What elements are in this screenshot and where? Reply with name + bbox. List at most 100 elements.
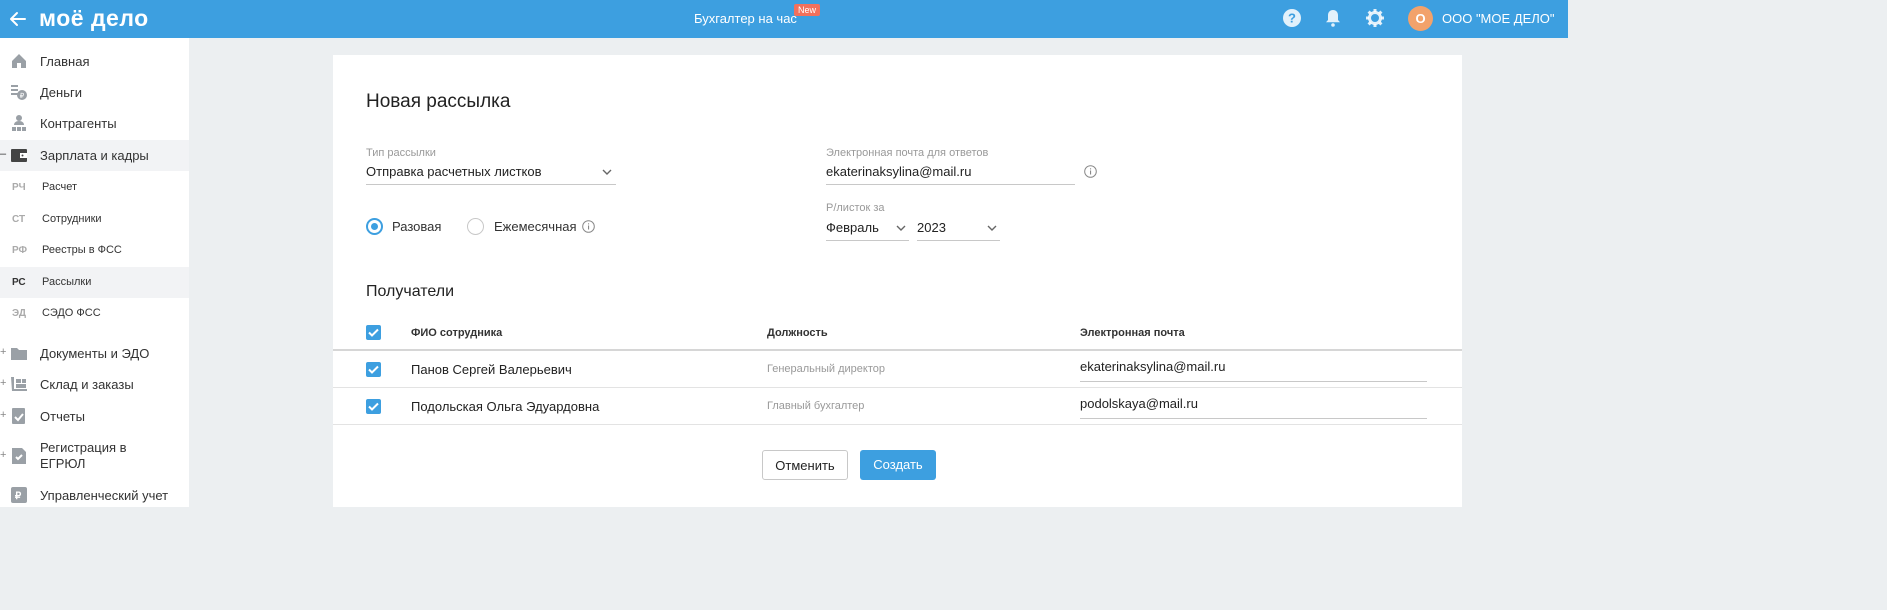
- check-icon: [368, 328, 379, 337]
- sidebar: Главная ₽ Деньги Контрагенты – Зарплата …: [0, 38, 189, 507]
- chevron-down-icon: [987, 225, 997, 231]
- subitem-label: СЭДО ФСС: [42, 307, 101, 319]
- expand-icon: +: [0, 449, 7, 461]
- cancel-button[interactable]: Отменить: [762, 450, 848, 480]
- sidebar-item-label: Отчеты: [40, 409, 85, 424]
- sidebar-subitem-employees[interactable]: СТ Сотрудники: [0, 204, 189, 235]
- top-header: моё дело Бухгалтер на час New ? О ООО "М…: [0, 0, 1568, 38]
- management-icon: ₽: [11, 487, 27, 503]
- column-header-name: ФИО сотрудника: [411, 327, 503, 339]
- row-checkbox[interactable]: [366, 362, 381, 377]
- mailing-type-value: Отправка расчетных листков: [366, 164, 542, 179]
- gear-icon[interactable]: [1365, 8, 1385, 28]
- radio-monthly-label[interactable]: Ежемесячная: [494, 219, 577, 234]
- registration-icon: [12, 448, 26, 464]
- subitem-label: Рассылки: [42, 276, 92, 288]
- expand-icon: +: [0, 409, 7, 421]
- mailing-form-card: Новая рассылка Тип рассылки Отправка рас…: [333, 55, 1462, 507]
- money-icon: ₽: [11, 85, 27, 100]
- employee-email-value: podolskaya@mail.ru: [1080, 396, 1198, 411]
- sidebar-item-management[interactable]: ₽ Управленческий учет: [0, 480, 189, 511]
- reply-email-field[interactable]: ekaterinaksylina@mail.ru: [826, 161, 1075, 185]
- employee-position: Генеральный директор: [767, 363, 885, 375]
- wallet-icon: [11, 149, 27, 162]
- sidebar-item-label: Склад и заказы: [40, 377, 134, 392]
- recipients-title: Получатели: [366, 283, 455, 300]
- sidebar-item-salary-hr[interactable]: – Зарплата и кадры: [0, 140, 189, 171]
- employee-name: Панов Сергей Валерьевич: [411, 362, 572, 377]
- avatar[interactable]: О: [1408, 6, 1433, 31]
- mailing-type-select[interactable]: Отправка расчетных листков: [366, 161, 616, 185]
- new-badge: New: [794, 4, 821, 16]
- svg-text:₽: ₽: [20, 92, 25, 100]
- info-icon[interactable]: [1084, 165, 1097, 178]
- year-select[interactable]: 2023: [917, 217, 1000, 241]
- reply-email-value: ekaterinaksylina@mail.ru: [826, 164, 972, 179]
- back-arrow-icon[interactable]: [8, 9, 28, 29]
- sidebar-item-label: Деньги: [40, 85, 82, 100]
- column-header-position: Должность: [767, 327, 828, 339]
- select-all-checkbox[interactable]: [366, 325, 381, 340]
- sidebar-subitem-fss-registries[interactable]: РФ Реестры в ФСС: [0, 235, 189, 266]
- row-checkbox[interactable]: [366, 399, 381, 414]
- expand-icon: +: [0, 346, 7, 358]
- radio-once[interactable]: [366, 218, 383, 235]
- warehouse-icon: [11, 377, 27, 391]
- sidebar-item-warehouse[interactable]: + Склад и заказы: [0, 369, 189, 400]
- expand-icon: +: [0, 377, 7, 389]
- employee-email-value: ekaterinaksylina@mail.ru: [1080, 359, 1226, 374]
- page-title: Новая рассылка: [366, 91, 511, 112]
- info-icon[interactable]: [582, 220, 595, 233]
- subitem-label: Сотрудники: [42, 213, 102, 225]
- svg-text:₽: ₽: [15, 491, 22, 502]
- sidebar-item-label: Управленческий учет: [40, 488, 169, 503]
- subitem-abbr: РФ: [12, 245, 28, 256]
- month-value: Февраль: [826, 220, 879, 235]
- reply-email-label: Электронная почта для ответов: [826, 147, 989, 159]
- subitem-abbr: СТ: [12, 214, 26, 225]
- help-icon[interactable]: ?: [1282, 8, 1302, 28]
- sidebar-subitem-sedo-fss[interactable]: ЭД СЭДО ФСС: [0, 298, 189, 329]
- subitem-label: Расчет: [42, 181, 77, 193]
- table-row: Панов Сергей Валерьевич Генеральный дире…: [333, 351, 1462, 387]
- sidebar-item-label: Документы и ЭДО: [40, 346, 150, 361]
- radio-once-label[interactable]: Разовая: [392, 219, 441, 234]
- reports-icon: [12, 408, 25, 424]
- check-icon: [368, 402, 379, 411]
- period-label: Р/листок за: [826, 202, 885, 214]
- radio-monthly[interactable]: [467, 218, 484, 235]
- employee-email-field[interactable]: podolskaya@mail.ru: [1080, 392, 1427, 419]
- logo[interactable]: моё дело: [39, 5, 149, 32]
- sidebar-item-reports[interactable]: + Отчеты: [0, 401, 189, 432]
- sidebar-item-home[interactable]: Главная: [0, 46, 189, 77]
- subitem-abbr: РС: [12, 277, 26, 288]
- sidebar-subitem-calculation[interactable]: РЧ Расчет: [0, 172, 189, 203]
- create-button[interactable]: Создать: [860, 450, 936, 480]
- column-header-email: Электронная почта: [1080, 327, 1185, 339]
- sidebar-item-label: Главная: [40, 54, 90, 69]
- month-select[interactable]: Февраль: [826, 217, 909, 241]
- check-icon: [368, 365, 379, 374]
- home-icon: [12, 54, 26, 68]
- sidebar-item-label: Контрагенты: [40, 116, 117, 131]
- contractors-icon: [12, 115, 26, 131]
- folder-icon: [11, 348, 27, 360]
- subitem-abbr: РЧ: [12, 182, 26, 193]
- chevron-down-icon: [602, 169, 612, 175]
- chevron-down-icon: [896, 225, 906, 231]
- mailing-type-label: Тип рассылки: [366, 147, 436, 159]
- sidebar-item-documents[interactable]: + Документы и ЭДО: [0, 338, 189, 369]
- accountant-per-hour-link[interactable]: Бухгалтер на час: [694, 11, 797, 26]
- company-name[interactable]: ООО "МОЕ ДЕЛО": [1442, 11, 1555, 26]
- bell-icon[interactable]: [1323, 8, 1343, 28]
- sidebar-item-label: Регистрация в ЕГРЮЛ: [40, 440, 127, 471]
- sidebar-item-registration[interactable]: + Регистрация в ЕГРЮЛ: [0, 434, 189, 478]
- employee-email-field[interactable]: ekaterinaksylina@mail.ru: [1080, 355, 1427, 382]
- sidebar-item-money[interactable]: ₽ Деньги: [0, 77, 189, 108]
- sidebar-subitem-mailings[interactable]: РС Рассылки: [0, 267, 189, 298]
- sidebar-item-contractors[interactable]: Контрагенты: [0, 108, 189, 139]
- svg-text:?: ?: [1288, 11, 1296, 26]
- table-row: Подольская Ольга Эдуардовна Главный бухг…: [333, 388, 1462, 424]
- year-value: 2023: [917, 220, 946, 235]
- subitem-label: Реестры в ФСС: [42, 244, 122, 256]
